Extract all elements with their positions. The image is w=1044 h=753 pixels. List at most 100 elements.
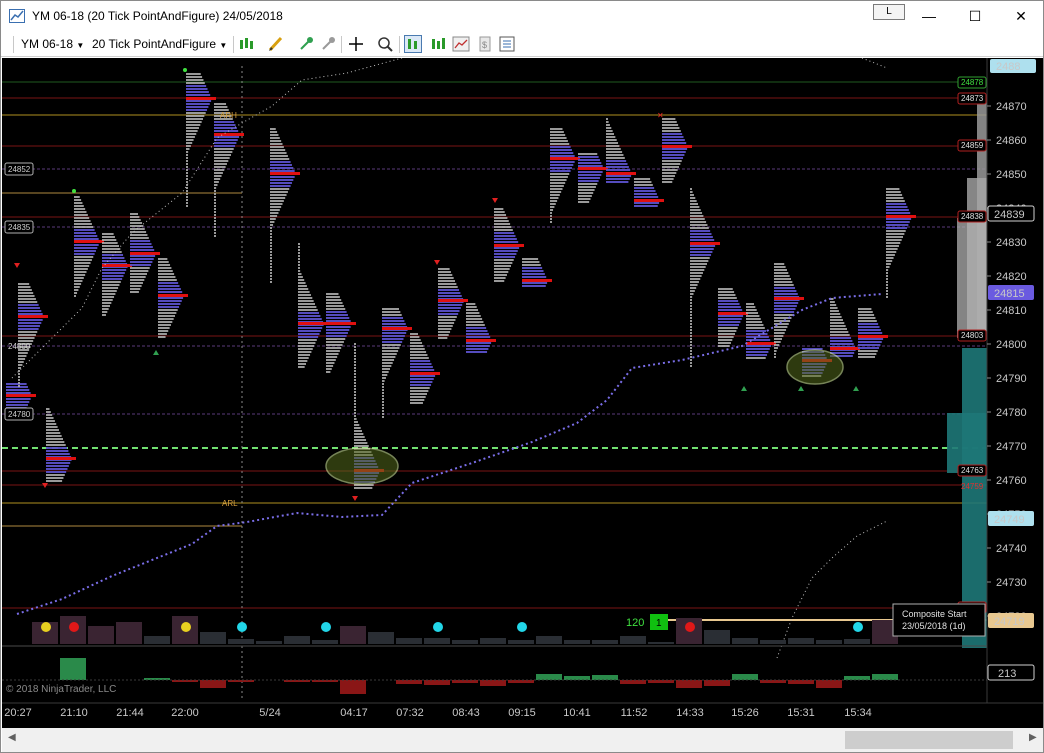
- price-tick-label: 24740: [996, 543, 1027, 555]
- chart-panel[interactable]: ✕ ARH ARL 24852 24835 24800 24780 24878 …: [2, 58, 1043, 728]
- footprint-column[interactable]: [466, 303, 496, 353]
- footprint-column[interactable]: [494, 208, 524, 282]
- price-tick-label: 24830: [996, 237, 1027, 249]
- footprint-column[interactable]: [718, 288, 748, 347]
- axis-value-24719: 24719: [994, 616, 1025, 628]
- volume-bar: [312, 640, 338, 644]
- footprint-column[interactable]: [382, 308, 412, 418]
- drawing-pencil-icon[interactable]: [267, 35, 285, 53]
- axis-top-value: 2488: [996, 61, 1020, 73]
- pin-remove-icon[interactable]: [319, 35, 337, 53]
- time-tick-label: 5/24: [259, 707, 280, 719]
- price-tick-label: 24760: [996, 475, 1027, 487]
- footprint-column[interactable]: [634, 178, 664, 207]
- time-tick-label: 07:32: [396, 707, 424, 719]
- chart-style-icon[interactable]: [238, 35, 256, 53]
- instrument-selector[interactable]: YM 06-18 ▼: [21, 37, 84, 51]
- footprint-column[interactable]: [18, 283, 48, 387]
- time-tick-label: 15:34: [844, 707, 872, 719]
- composite-volume-profile: [947, 98, 987, 648]
- footprint-column[interactable]: [830, 298, 860, 357]
- time-tick-label: 22:00: [171, 707, 199, 719]
- properties-icon[interactable]: [498, 35, 516, 53]
- signal-dot: [321, 622, 331, 632]
- scroll-left-icon[interactable]: ◀: [8, 732, 16, 743]
- volume-bar: [592, 640, 618, 644]
- scroll-right-icon[interactable]: ▶: [1029, 732, 1037, 743]
- delta-bar: [536, 674, 562, 680]
- pin-add-icon[interactable]: [297, 35, 315, 53]
- footprint-column[interactable]: [774, 263, 804, 358]
- templates-icon[interactable]: $: [476, 35, 494, 53]
- footprint-column[interactable]: [578, 153, 608, 203]
- footprint-column[interactable]: [606, 118, 636, 183]
- footprint-column[interactable]: [550, 128, 580, 223]
- indicators-icon[interactable]: [429, 35, 447, 53]
- footprint-column[interactable]: [130, 213, 160, 293]
- volume-bar: [788, 638, 814, 644]
- horizontal-scrollbar[interactable]: ◀ ▶: [2, 728, 1043, 752]
- footprint-column[interactable]: [186, 73, 216, 207]
- instrument-label: YM 06-18: [21, 37, 74, 51]
- bar-type-selector[interactable]: 20 Tick PointAndFigure ▼: [92, 37, 227, 51]
- footprint-column[interactable]: [410, 333, 440, 404]
- crosshair-icon[interactable]: [347, 35, 365, 53]
- lower-panel-value: 213: [998, 668, 1016, 680]
- time-tick-label: 08:43: [452, 707, 480, 719]
- price-axis[interactable]: 2487024860248502484024830248202481024800…: [986, 58, 1027, 703]
- strategies-icon[interactable]: [452, 35, 470, 53]
- marker-24873: 24873: [961, 94, 984, 103]
- footprint-column[interactable]: [858, 308, 888, 358]
- footprint-column[interactable]: [690, 188, 720, 367]
- footprint-profiles: [6, 73, 916, 489]
- signal-dot: [183, 68, 187, 72]
- data-box-icon[interactable]: [404, 35, 422, 53]
- price-tick-label: 24870: [996, 101, 1027, 113]
- signal-dot: [433, 622, 443, 632]
- footprint-column[interactable]: [326, 293, 356, 373]
- highlight-ellipse[interactable]: [325, 447, 399, 485]
- signal-dot: [181, 622, 191, 632]
- zoom-icon[interactable]: [376, 35, 394, 53]
- copyright-text: © 2018 NinjaTrader, LLC: [6, 684, 117, 695]
- delta-bar: [480, 680, 506, 686]
- close-button[interactable]: ✕: [998, 1, 1044, 31]
- footprint-column[interactable]: [298, 243, 328, 368]
- title-bar[interactable]: YM 06-18 (20 Tick PointAndFigure) 24/05/…: [1, 1, 1043, 32]
- marker-24838: 24838: [961, 212, 984, 221]
- time-tick-label: 21:44: [116, 707, 144, 719]
- signal-dot: [41, 622, 51, 632]
- footprint-column[interactable]: [158, 258, 188, 338]
- scroll-thumb[interactable]: [845, 731, 1013, 749]
- footprint-column[interactable]: [886, 188, 916, 298]
- price-chart[interactable]: ✕ ARH ARL 24852 24835 24800 24780 24878 …: [2, 58, 1043, 728]
- marker-24759: 24759: [961, 482, 984, 491]
- footprint-column[interactable]: [438, 268, 468, 339]
- volume-bar: [284, 636, 310, 644]
- footprint-column[interactable]: [102, 233, 132, 316]
- footprint-column[interactable]: [746, 303, 776, 359]
- signal-dot: [685, 622, 695, 632]
- time-axis[interactable]: 20:27 21:10 21:44 22:00 5/24 04:17 07:32 08:43 0…: [4, 707, 872, 719]
- volume-bar: [844, 639, 870, 644]
- minimize-button[interactable]: —: [906, 1, 952, 31]
- composite-start-tooltip[interactable]: Composite Start 23/05/2018 (1d): [892, 603, 986, 637]
- axis-value-24839: 24839: [994, 209, 1025, 221]
- maximize-button[interactable]: ☐: [952, 1, 998, 31]
- delta-bar: [732, 674, 758, 680]
- footprint-column[interactable]: [74, 196, 104, 297]
- volume-bar: [368, 632, 394, 644]
- volume-bar: [200, 632, 226, 644]
- left-price-labels: 24852 24835 24800 24780: [4, 162, 34, 421]
- time-tick-label: 11:52: [621, 707, 648, 719]
- highlight-ellipse[interactable]: [786, 349, 844, 385]
- svg-text:$: $: [482, 40, 487, 50]
- time-tick-label: 15:26: [731, 707, 759, 719]
- delta-bar: [676, 680, 702, 688]
- footprint-column[interactable]: [270, 128, 300, 283]
- toolbar-grip: [13, 36, 14, 53]
- link-button[interactable]: L: [873, 4, 905, 20]
- footprint-column[interactable]: [522, 258, 552, 287]
- footprint-column[interactable]: [662, 118, 692, 183]
- volume-signal-dots: [41, 622, 863, 632]
